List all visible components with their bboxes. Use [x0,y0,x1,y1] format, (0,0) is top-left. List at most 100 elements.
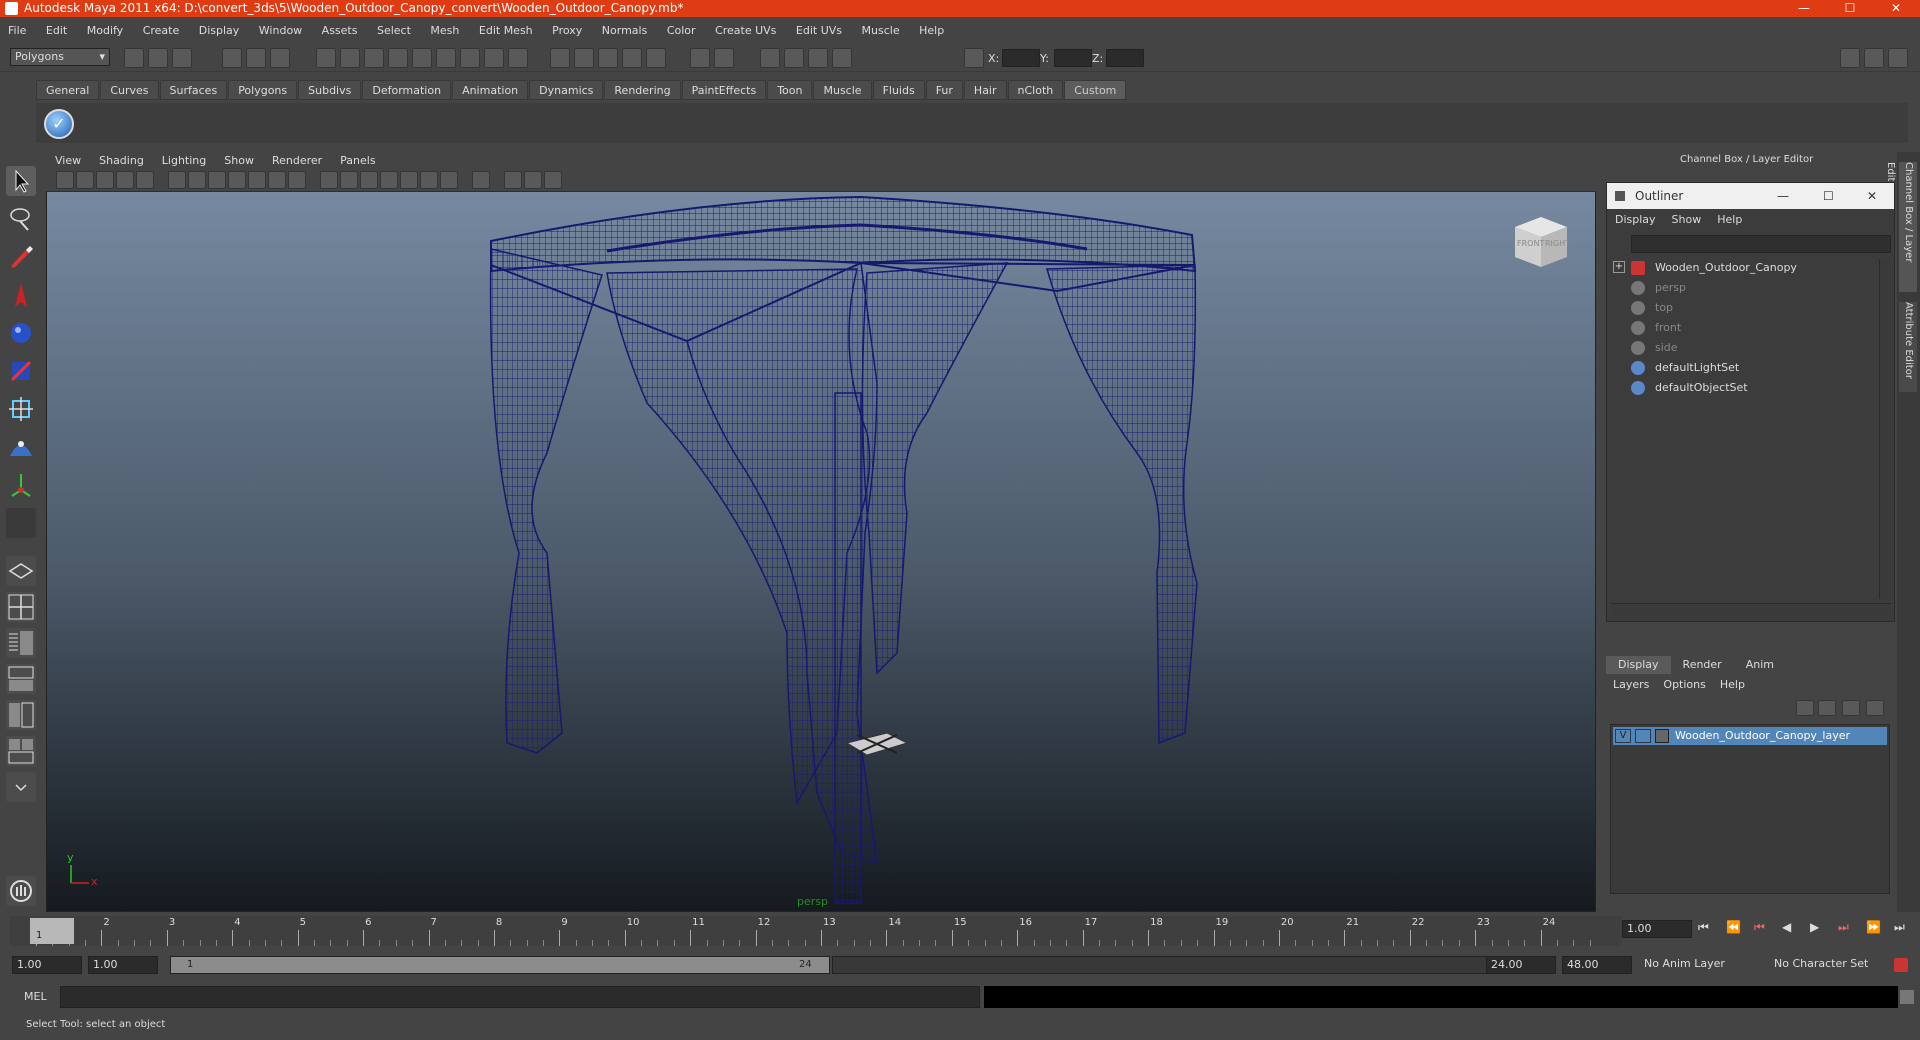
render-current-icon[interactable] [574,48,594,68]
outliner-filter-field[interactable] [1631,235,1891,253]
smooth-shade-icon[interactable] [340,171,358,189]
menu-edit-uvs[interactable]: Edit UVs [788,20,850,42]
layout-custom-icon[interactable] [6,736,36,766]
menu-window[interactable]: Window [251,20,310,42]
move-layer-up-icon[interactable] [1796,700,1814,716]
outliner-item[interactable]: defaultObjectSet [1631,379,1748,397]
shelf-tab-deformation[interactable]: Deformation [362,80,452,100]
outliner-item[interactable]: defaultLightSet [1631,359,1739,377]
perspective-viewport[interactable]: FRONT RIGHT y x persp [46,152,1596,912]
resolution-gate-icon[interactable] [208,171,226,189]
show-channel-box-icon[interactable] [1888,48,1908,68]
image-plane-icon[interactable] [136,171,154,189]
film-gate-icon[interactable] [188,171,206,189]
menu-help[interactable]: Help [911,20,952,42]
xray-icon[interactable] [504,171,522,189]
shelf-tab-surfaces[interactable]: Surfaces [159,80,228,100]
new-layer-from-selection-icon[interactable] [1866,700,1884,716]
hypershade-icon[interactable] [646,48,666,68]
playblast-icon[interactable] [714,48,734,68]
layout-single-perspective-icon[interactable] [6,556,36,586]
shelf-tab-fur[interactable]: Fur [925,80,963,100]
menu-muscle[interactable]: Muscle [854,20,908,42]
layer-template-toggle[interactable] [1635,729,1651,743]
close-button[interactable]: ✕ [1874,0,1918,17]
outliner-item[interactable]: top [1631,299,1673,317]
menu-proxy[interactable]: Proxy [544,20,590,42]
universal-manipulator-icon[interactable] [6,394,36,424]
move-layer-down-icon[interactable] [1818,700,1836,716]
go-to-end-icon[interactable]: ⏭ [1894,920,1905,935]
x-field[interactable] [1002,49,1040,67]
outliner-minimize-button[interactable]: — [1777,183,1789,209]
grid-toggle-icon[interactable] [784,48,804,68]
outliner-menu-display[interactable]: Display [1607,209,1664,231]
shelf-tab-subdivs[interactable]: Subdivs [298,80,362,100]
lock-camera-icon[interactable] [76,171,94,189]
render-globals-icon[interactable] [622,48,642,68]
lock-icon[interactable] [484,48,504,68]
select-camera-icon[interactable] [56,171,74,189]
show-manipulator-icon[interactable] [6,470,36,500]
playback-start-field[interactable]: 1.00 [88,956,158,974]
start-time-field[interactable]: 1.00 [12,956,82,974]
select-by-hierarchy-icon[interactable] [222,48,242,68]
camera-icon[interactable] [760,48,780,68]
expand-plus-icon[interactable]: + [1613,261,1625,273]
shelf-tab-dynamics[interactable]: Dynamics [529,80,604,100]
outliner-item[interactable]: persp [1631,279,1686,297]
field-chart-icon[interactable] [248,171,266,189]
menu-create[interactable]: Create [135,20,188,42]
outliner-horizontal-scrollbar[interactable] [1611,603,1891,615]
menu-edit-mesh[interactable]: Edit Mesh [471,20,541,42]
range-slider[interactable]: 1 24 [170,956,830,974]
viewport-menu-shading[interactable]: Shading [90,152,153,170]
menu-display[interactable]: Display [191,20,248,42]
use-all-lights-icon[interactable] [400,171,418,189]
current-time-marker[interactable]: 1 [30,918,74,944]
outliner-close-button[interactable]: ✕ [1867,183,1877,209]
anim-layer-dropdown[interactable]: No Anim Layer [1640,956,1760,974]
layout-four-view-icon[interactable] [6,592,36,622]
bookmarks-icon[interactable] [116,171,134,189]
viewport-menu-renderer[interactable]: Renderer [263,152,331,170]
xray-active-icon[interactable] [544,171,562,189]
lights-icon[interactable] [832,48,852,68]
viewport-menu-lighting[interactable]: Lighting [153,152,215,170]
save-scene-icon[interactable] [172,48,192,68]
step-forward-frame-icon[interactable]: ⏩ [1866,920,1881,934]
help-question-icon[interactable] [460,48,480,68]
shadows-icon[interactable] [420,171,438,189]
outliner-item[interactable]: front [1631,319,1681,337]
menu-set-dropdown[interactable]: Polygons ▾ [10,48,110,66]
maximize-button[interactable]: ☐ [1828,0,1872,17]
maya-hand-icon[interactable] [6,876,36,906]
step-back-key-icon[interactable]: ⏮ [1754,920,1765,935]
high-quality-icon[interactable] [440,171,458,189]
command-input[interactable] [60,986,980,1008]
make-live-icon[interactable] [412,48,432,68]
menu-modify[interactable]: Modify [79,20,131,42]
transform-mode-icon[interactable] [964,48,984,68]
shelf-tab-general[interactable]: General [36,80,100,100]
minimize-button[interactable]: — [1782,0,1826,17]
z-field[interactable] [1106,49,1144,67]
new-scene-icon[interactable] [124,48,144,68]
snap-plane-icon[interactable] [388,48,408,68]
playback-end-field[interactable]: 24.00 [1486,956,1556,974]
render-settings-icon[interactable] [508,48,528,68]
outliner-menu-show[interactable]: Show [1664,209,1710,231]
layout-hypershade-icon[interactable] [6,700,36,730]
menu-assets[interactable]: Assets [314,20,366,42]
layer-menu-layers[interactable]: Layers [1606,676,1656,694]
outliner-maximize-button[interactable]: ☐ [1823,183,1834,209]
shelf-tab-curves[interactable]: Curves [100,80,159,100]
layer-color-swatch[interactable] [1655,729,1669,743]
shelf-tab-toon[interactable]: Toon [767,80,813,100]
play-backward-icon[interactable]: ◀ [1782,920,1791,934]
scale-tool-icon[interactable] [6,356,36,386]
side-tab-channel-box[interactable]: Channel Box / Layer Editor [1885,162,1917,292]
shelf-tab-fluids[interactable]: Fluids [872,80,925,100]
outliner-vertical-scrollbar[interactable] [1879,259,1891,599]
character-set-dropdown[interactable]: No Character Set [1770,956,1890,974]
